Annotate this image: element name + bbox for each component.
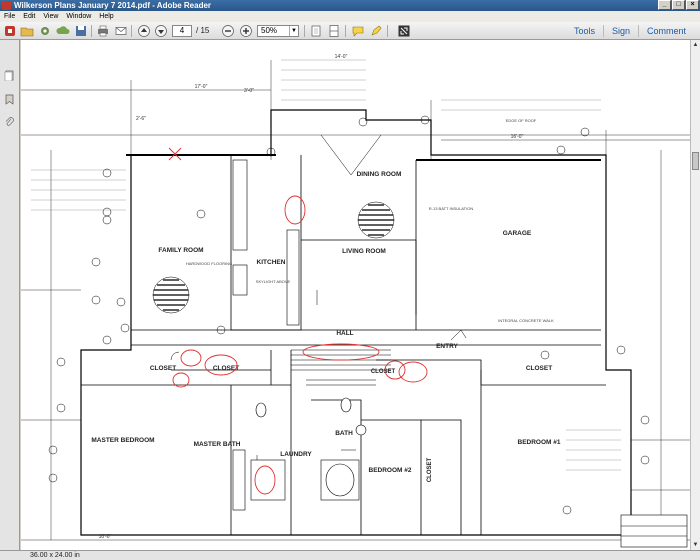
comment-link[interactable]: Comment (637, 25, 694, 37)
chevron-down-icon[interactable]: ▼ (289, 26, 298, 36)
create-pdf-icon[interactable] (3, 24, 17, 38)
tools-link[interactable]: Tools (566, 25, 603, 37)
menu-file[interactable]: File (4, 11, 15, 22)
bookmarks-icon[interactable] (4, 94, 15, 105)
title-bar: Wilkerson Plans January 7 2014.pdf - Ado… (0, 0, 700, 11)
page-thumbnails-icon[interactable] (4, 70, 15, 81)
dimension-text: 17'-0" (195, 84, 208, 90)
menu-window[interactable]: Window (66, 11, 91, 22)
comment-bubble-icon[interactable] (351, 24, 365, 38)
previous-page-icon[interactable] (137, 24, 151, 38)
menu-edit[interactable]: Edit (23, 11, 35, 22)
room-label: BEDROOM #1 (518, 439, 561, 446)
room-label: CLOSET (371, 369, 396, 375)
minimize-button[interactable]: _ (658, 0, 671, 10)
zoom-in-icon[interactable] (239, 24, 253, 38)
floor-plan-drawing: FAMILY ROOM KITCHEN DINING ROOM LIVING R… (21, 54, 690, 548)
legend-box (620, 514, 688, 548)
room-label: FAMILY ROOM (158, 247, 203, 254)
window-title: Wilkerson Plans January 7 2014.pdf - Ado… (14, 1, 212, 10)
status-bar: 36.00 x 24.00 in (0, 550, 700, 560)
page-number-input[interactable]: 4 (172, 25, 192, 37)
document-view[interactable]: FAMILY ROOM KITCHEN DINING ROOM LIVING R… (21, 40, 690, 550)
vertical-scrollbar[interactable]: ▲ ▼ (690, 40, 700, 550)
fullscreen-expand-icon[interactable] (397, 24, 411, 38)
note-text: INTEGRAL CONCRETE WALK (498, 318, 554, 323)
room-label: BATH (335, 430, 353, 437)
scrollbar-thumb[interactable] (692, 152, 699, 170)
toolbar: 4 / 15 50% ▼ Tools Sign Comment (0, 22, 700, 40)
zoom-level-value: 50% (261, 26, 278, 35)
note-text: SKYLIGHT ABOVE (256, 279, 291, 284)
room-label: CLOSET (150, 365, 176, 372)
room-label: KITCHEN (257, 259, 286, 266)
highlight-pen-icon[interactable] (369, 24, 383, 38)
next-page-icon[interactable] (154, 24, 168, 38)
right-pane-links: Tools Sign Comment (566, 25, 694, 37)
scrolling-mode-icon[interactable] (327, 24, 341, 38)
window-controls: _ □ × (658, 0, 699, 11)
navigation-pane (0, 40, 20, 550)
close-button[interactable]: × (686, 0, 699, 10)
maximize-button[interactable]: □ (672, 0, 685, 10)
dimension-text: 14'-0" (335, 54, 348, 60)
dimension-text: 10'-0" (99, 534, 112, 540)
room-label: DINING ROOM (357, 171, 402, 178)
room-label: CLOSET (213, 365, 239, 372)
dimension-text: 16'-0" (511, 134, 524, 140)
cloud-upload-icon[interactable] (56, 24, 70, 38)
window-markers (48, 115, 650, 515)
room-label: MASTER BEDROOM (91, 437, 154, 444)
room-label: MASTER BATH (194, 441, 241, 448)
note-text: HARDWOOD FLOORING (186, 261, 232, 266)
email-icon[interactable] (114, 24, 128, 38)
attachments-paperclip-icon[interactable] (4, 116, 15, 127)
folder-open-icon[interactable] (20, 24, 34, 38)
settings-gear-icon[interactable] (38, 24, 52, 38)
menu-bar: File Edit View Window Help (0, 11, 700, 22)
room-labels: FAMILY ROOM KITCHEN DINING ROOM LIVING R… (91, 171, 560, 482)
adobe-reader-icon (2, 1, 11, 10)
room-label: LIVING ROOM (342, 248, 386, 255)
room-label: HALL (336, 330, 353, 337)
adobe-reader-window: Wilkerson Plans January 7 2014.pdf - Ado… (0, 0, 700, 560)
room-label: BEDROOM #2 (369, 467, 412, 474)
zoom-out-icon[interactable] (221, 24, 235, 38)
page-size-label: 36.00 x 24.00 in (30, 552, 80, 559)
menu-help[interactable]: Help (99, 11, 113, 22)
note-text: R-13 BATT INSULATION (429, 206, 474, 211)
page-total-label: / 15 (196, 26, 210, 35)
scroll-up-arrow-icon[interactable]: ▲ (692, 41, 699, 49)
kitchen-cabinets (232, 159, 300, 326)
room-label: CLOSET (427, 458, 433, 483)
fit-page-icon[interactable] (309, 24, 323, 38)
dimension-text: 3'-0" (244, 88, 254, 94)
print-icon[interactable] (96, 24, 110, 38)
room-label: CLOSET (526, 365, 552, 372)
save-icon[interactable] (74, 24, 88, 38)
scroll-down-arrow-icon[interactable]: ▼ (692, 541, 699, 549)
room-label: ENTRY (436, 343, 458, 350)
menu-view[interactable]: View (43, 11, 58, 22)
room-label: GARAGE (503, 230, 532, 237)
zoom-level-select[interactable]: 50% ▼ (257, 25, 299, 37)
light-fixtures (152, 201, 395, 314)
room-label: LAUNDRY (280, 451, 312, 458)
dimension-text: 2'-6" (136, 116, 146, 122)
sign-link[interactable]: Sign (602, 25, 638, 37)
note-text: EDGE OF ROOF (506, 118, 537, 123)
